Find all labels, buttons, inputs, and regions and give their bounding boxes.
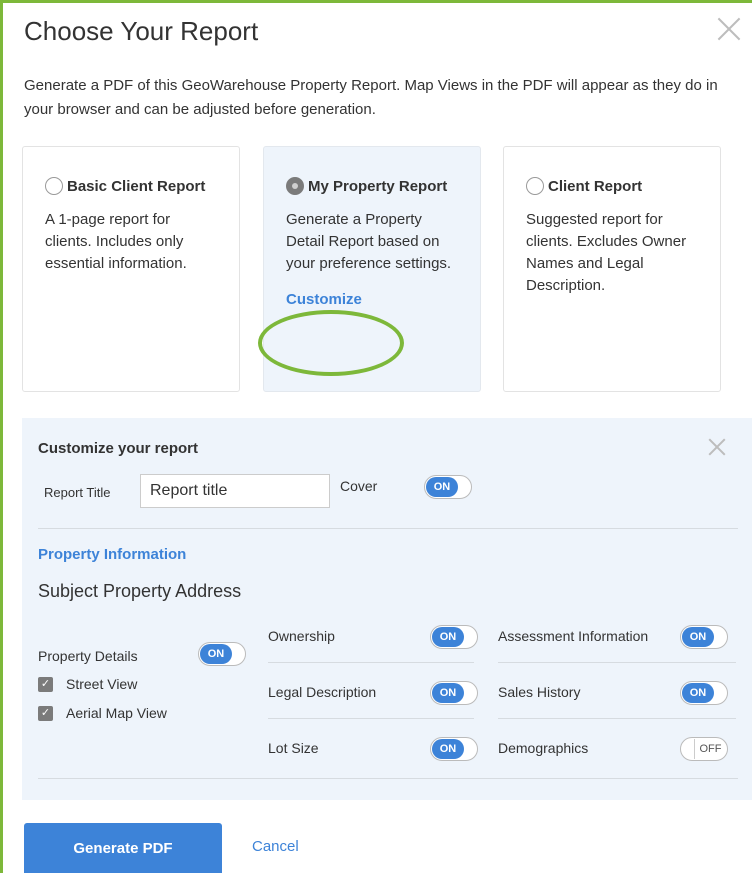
divider: [38, 778, 738, 779]
toggle-state: OFF: [694, 739, 726, 759]
divider: [268, 718, 474, 719]
sales-history-toggle[interactable]: ON: [680, 681, 728, 705]
assessment-toggle[interactable]: ON: [680, 625, 728, 649]
legal-description-label: Legal Description: [268, 684, 377, 700]
property-details-toggle[interactable]: ON: [198, 642, 246, 666]
dialog-title: Choose Your Report: [24, 16, 259, 46]
customize-panel: Customize your report Report Title Cover…: [22, 418, 752, 800]
report-card-label: My Property Report: [308, 177, 448, 195]
report-card-description: Suggested report for clients. Excludes O…: [526, 211, 687, 294]
demographics-toggle[interactable]: OFF: [680, 737, 728, 761]
report-card-basic-client[interactable]: Basic Client Report A 1-page report for …: [22, 146, 240, 392]
lot-size-toggle[interactable]: ON: [430, 737, 478, 761]
highlight-circle: [258, 310, 404, 376]
ownership-label: Ownership: [268, 628, 335, 644]
divider: [498, 718, 736, 719]
customize-link[interactable]: Customize: [286, 291, 458, 308]
report-card-label: Basic Client Report: [67, 177, 206, 195]
cover-toggle[interactable]: ON: [424, 475, 472, 499]
report-title-label: Report Title: [44, 485, 111, 500]
toggle-state: ON: [682, 683, 714, 703]
street-view-checkbox[interactable]: ✓: [38, 677, 53, 692]
close-icon[interactable]: [714, 14, 744, 44]
divider: [268, 662, 474, 663]
lot-size-label: Lot Size: [268, 740, 319, 756]
customize-title: Customize your report: [38, 440, 199, 457]
report-card-description: A 1-page report for clients. Includes on…: [45, 211, 187, 272]
toggle-state: ON: [200, 644, 232, 664]
dialog-intro: Generate a PDF of this GeoWarehouse Prop…: [24, 77, 718, 118]
radio-my-property[interactable]: [286, 177, 304, 195]
radio-client[interactable]: [526, 177, 544, 195]
report-card-label: Client Report: [548, 177, 643, 195]
divider: [38, 528, 738, 529]
report-card-description: Generate a Property Detail Report based …: [286, 211, 452, 272]
ownership-toggle[interactable]: ON: [430, 625, 478, 649]
toggle-state: ON: [432, 739, 464, 759]
divider: [498, 662, 736, 663]
property-details-label: Property Details: [38, 648, 138, 664]
report-title-input[interactable]: [140, 474, 330, 508]
generate-pdf-button[interactable]: Generate PDF: [24, 823, 222, 873]
legal-description-toggle[interactable]: ON: [430, 681, 478, 705]
aerial-map-label: Aerial Map View: [66, 705, 167, 721]
toggle-state: ON: [682, 627, 714, 647]
aerial-map-checkbox[interactable]: ✓: [38, 706, 53, 721]
toggle-state: ON: [432, 683, 464, 703]
street-view-label: Street View: [66, 676, 138, 692]
panel-close-icon[interactable]: [706, 436, 728, 458]
report-card-client[interactable]: Client Report Suggested report for clien…: [503, 146, 721, 392]
toggle-state: ON: [426, 477, 458, 497]
radio-basic-client[interactable]: [45, 177, 63, 195]
section-title: Property Information: [38, 546, 187, 563]
demographics-label: Demographics: [498, 740, 589, 756]
subject-address-label: Subject Property Address: [38, 581, 242, 601]
sales-history-label: Sales History: [498, 684, 581, 700]
cancel-link[interactable]: Cancel: [252, 838, 299, 855]
cover-label: Cover: [340, 478, 378, 494]
assessment-label: Assessment Information: [498, 628, 649, 644]
toggle-state: ON: [432, 627, 464, 647]
